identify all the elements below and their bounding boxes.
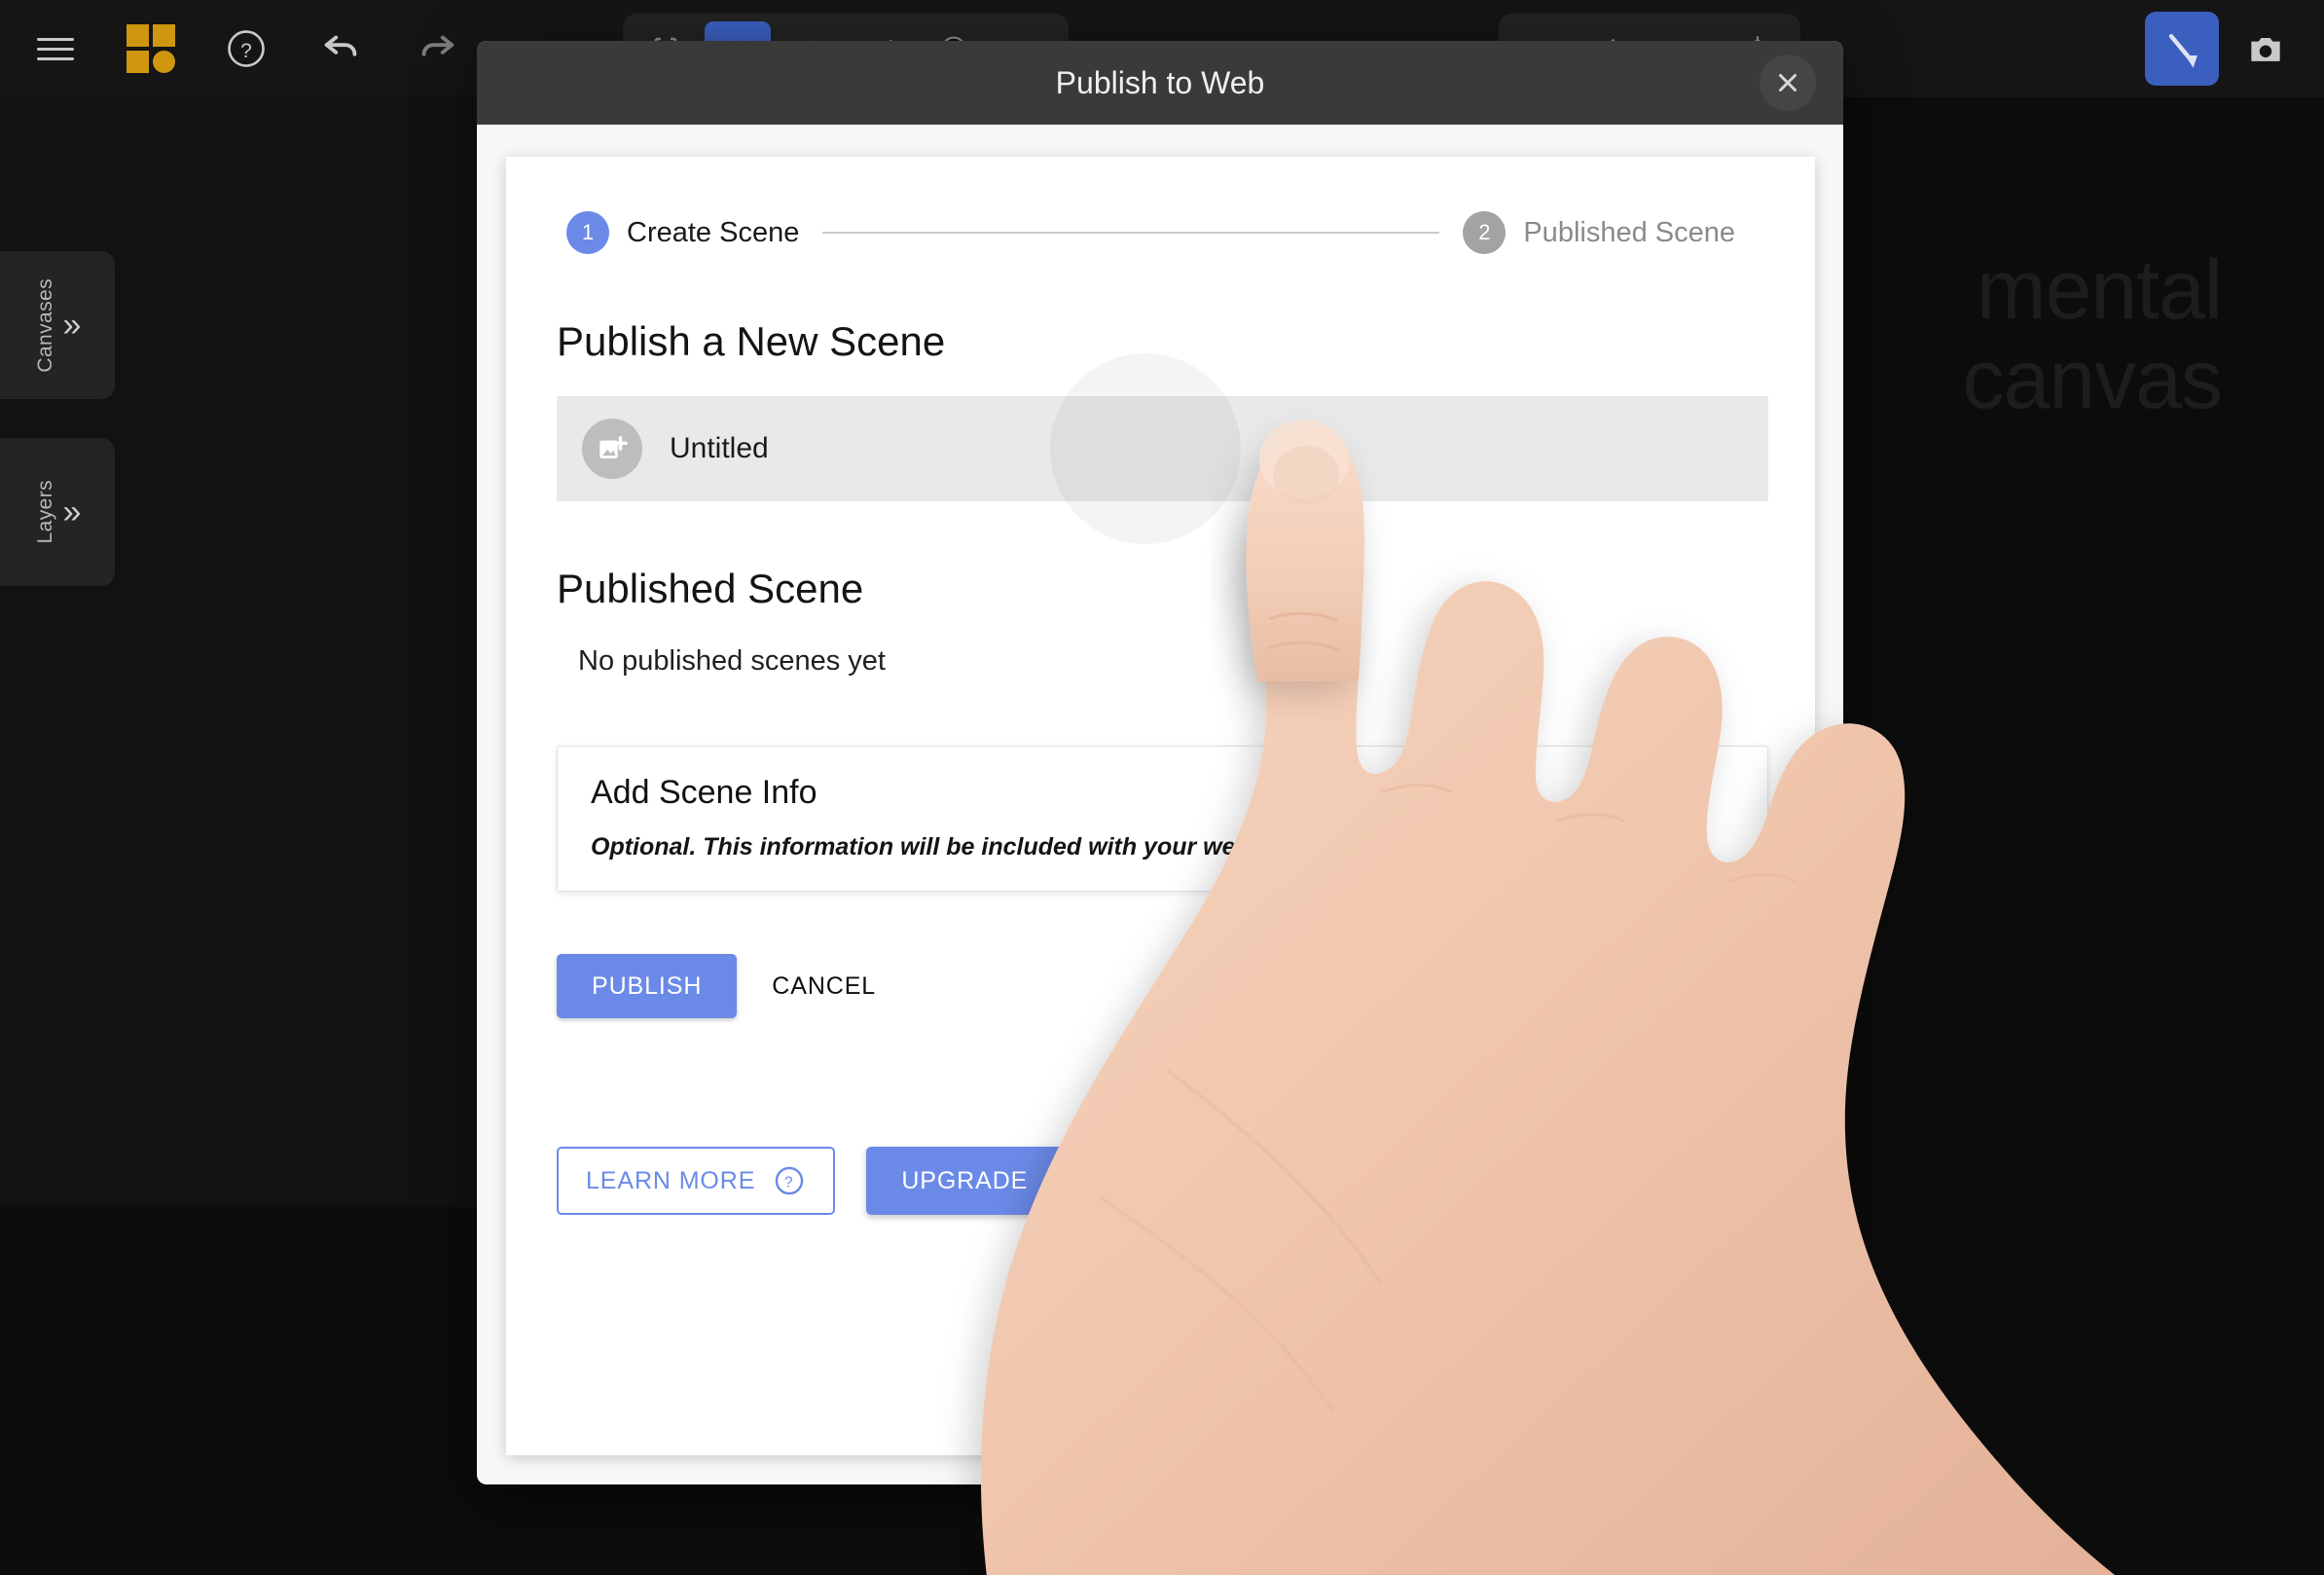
chevron-double-right-icon[interactable]: »	[63, 309, 82, 342]
step-label: Create Scene	[627, 216, 800, 248]
redo-button[interactable]	[409, 20, 465, 77]
wordmark-line-1: mental	[1976, 243, 2223, 337]
learn-more-button[interactable]: LEARN MORE ?	[557, 1147, 836, 1215]
touch-ripple	[1050, 353, 1241, 544]
dialog-title: Publish to Web	[1055, 64, 1265, 100]
step-number-badge: 1	[566, 211, 609, 254]
svg-text:?: ?	[240, 40, 252, 62]
undo-icon	[324, 35, 357, 56]
add-scene-info-subtitle: Optional. This information will be inclu…	[591, 833, 1333, 861]
add-image-icon	[582, 419, 642, 479]
published-scene-heading: Published Scene	[557, 566, 864, 611]
stepper-step-create-scene[interactable]: 1 Create Scene	[566, 211, 799, 254]
published-empty-message: No published scenes yet	[578, 645, 886, 677]
scene-name: Untitled	[670, 432, 769, 464]
dialog-footer-actions: LEARN MORE ? UPGRADE	[557, 1147, 1764, 1215]
camera-icon	[2251, 38, 2280, 61]
help-button[interactable]: ?	[218, 20, 274, 77]
cancel-button[interactable]: CANCEL	[754, 954, 893, 1018]
stepper-step-published-scene[interactable]: 2 Published Scene	[1463, 211, 1735, 254]
dialog-body-card: 1 Create Scene 2 Published Scene Publish…	[506, 157, 1815, 1455]
pen-tool-button[interactable]	[2145, 12, 2219, 86]
new-scene-heading: Publish a New Scene	[557, 318, 946, 364]
question-circle-icon: ?	[776, 1166, 804, 1195]
app-logo-button[interactable]	[123, 20, 179, 77]
hamburger-menu-button[interactable]	[27, 20, 84, 77]
sidebar-item-label: Canvases	[33, 277, 56, 373]
redo-icon	[421, 35, 454, 56]
stepper-connector	[822, 232, 1440, 234]
step-label: Published Scene	[1523, 216, 1735, 248]
stepper: 1 Create Scene 2 Published Scene	[557, 211, 1764, 254]
sidebar-item-label: Layers	[33, 480, 56, 544]
sidebar-panel-canvases[interactable]: Canvases »	[0, 251, 115, 399]
upgrade-button[interactable]: UPGRADE	[866, 1147, 1116, 1215]
camera-button[interactable]	[2233, 16, 2299, 82]
background-wordmark: mental canvas	[1963, 248, 2223, 427]
help-circle-icon: ?	[228, 30, 265, 67]
close-icon	[1779, 74, 1797, 92]
app-root: mental canvas ? Canvases » Layers » Publ…	[0, 0, 2324, 1575]
pen-icon	[2168, 33, 2197, 68]
upgrade-label: UPGRADE	[901, 1166, 1029, 1194]
step-number-badge: 2	[1463, 211, 1507, 254]
toolbar-left-group: ?	[0, 20, 465, 77]
svg-text:?: ?	[784, 1174, 794, 1190]
scene-list-item[interactable]: Untitled	[557, 353, 1768, 544]
publish-to-web-dialog: Publish to Web 1 Create Scene 2 Publishe…	[477, 41, 1843, 1484]
arrow-up-icon	[1057, 1170, 1073, 1192]
close-button[interactable]	[1760, 55, 1816, 111]
publish-button[interactable]: PUBLISH	[557, 954, 738, 1018]
hamburger-icon	[37, 31, 74, 67]
wordmark-line-2: canvas	[1962, 333, 2223, 426]
sidebar-panel-layers[interactable]: Layers »	[0, 438, 115, 586]
learn-more-label: LEARN MORE	[586, 1166, 756, 1194]
toolbar-right-group	[2145, 12, 2299, 86]
dialog-titlebar: Publish to Web	[477, 41, 1843, 125]
undo-button[interactable]	[313, 20, 370, 77]
add-scene-info-card[interactable]: Add Scene Info Optional. This informatio…	[557, 746, 1768, 892]
add-scene-info-title: Add Scene Info	[591, 774, 817, 811]
chevron-double-right-icon[interactable]: »	[63, 495, 82, 529]
dialog-actions: PUBLISH CANCEL	[557, 954, 1764, 1018]
logo-icon	[127, 24, 175, 73]
